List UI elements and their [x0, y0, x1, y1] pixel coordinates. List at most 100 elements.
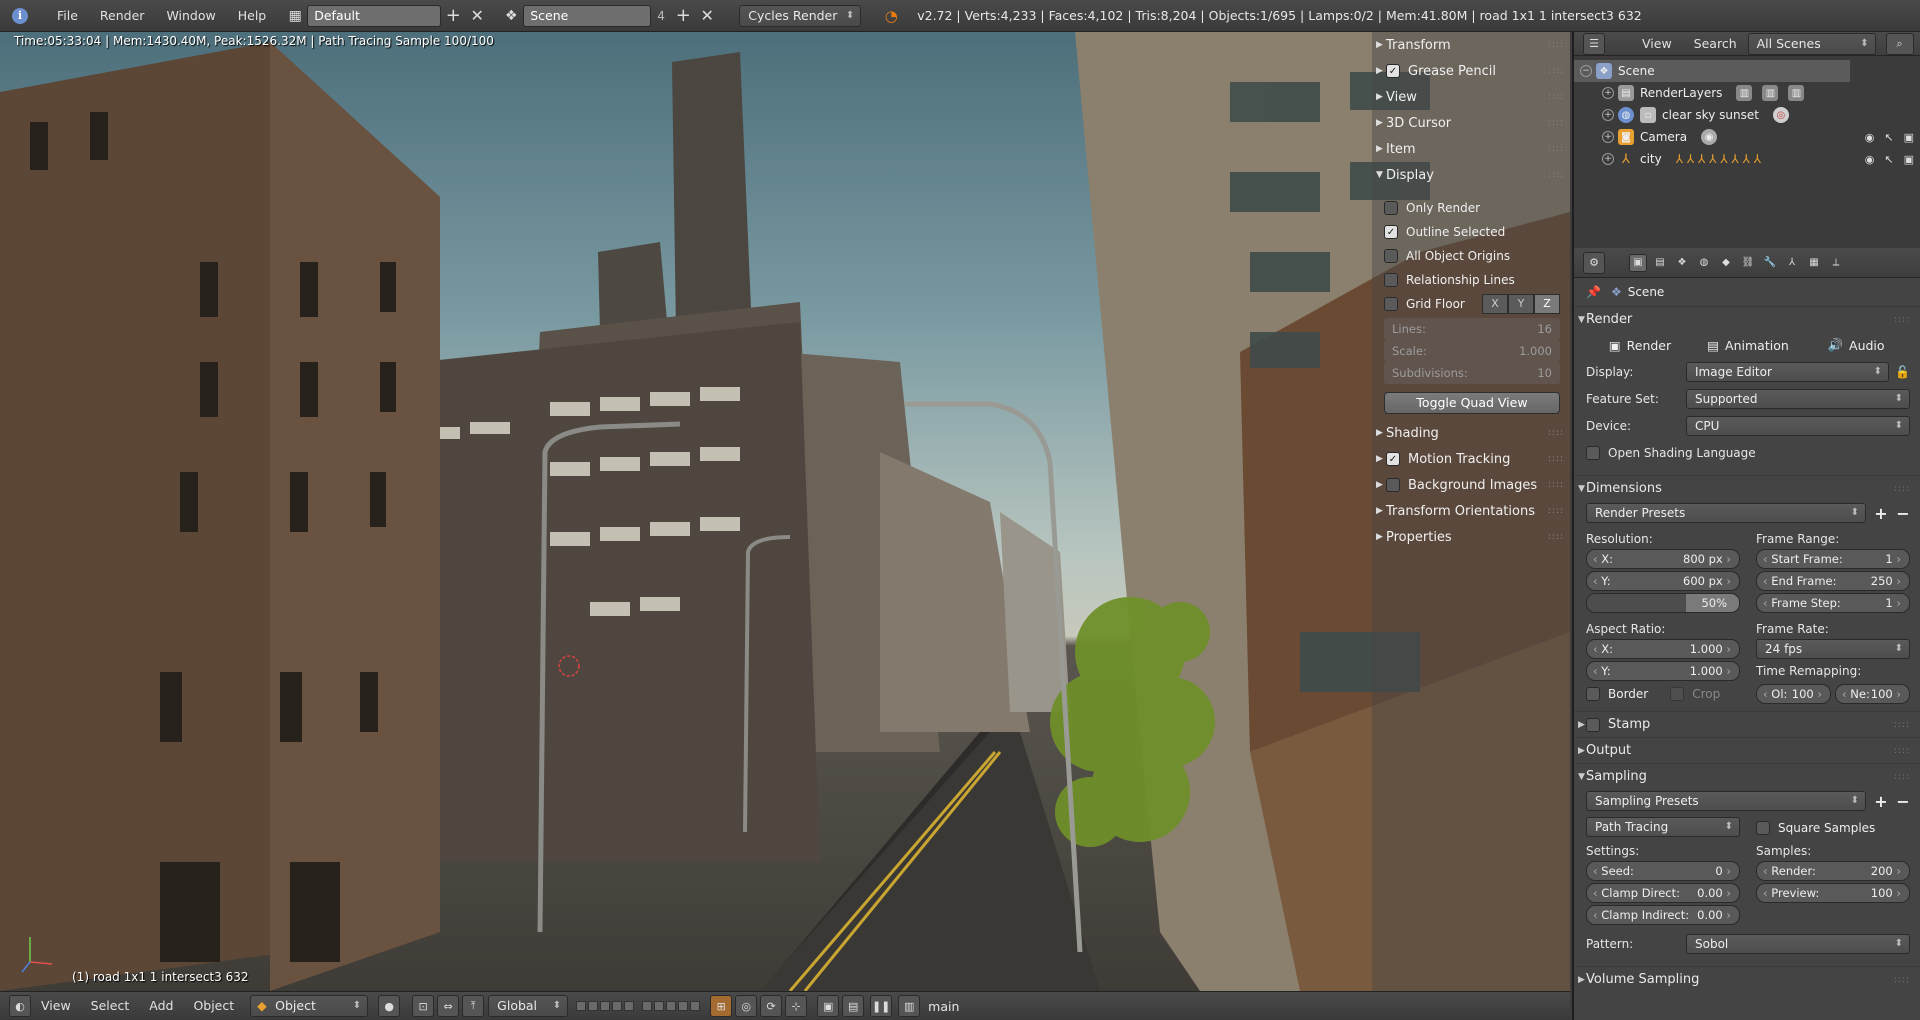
outliner-item-world[interactable]: + ◍ ▫ clear sky sunset ◎: [1574, 104, 1920, 126]
sampling-presets-select[interactable]: Sampling Presets: [1586, 791, 1866, 811]
layer-icon[interactable]: ▥: [1762, 85, 1779, 101]
city-children-icons[interactable]: ⅄ ⅄ ⅄ ⅄ ⅄ ⅄ ⅄ ⅄: [1676, 152, 1761, 166]
section-shading[interactable]: ▶ Shading::::: [1372, 420, 1570, 446]
menu-help[interactable]: Help: [227, 5, 278, 27]
remove-screen-icon[interactable]: ✕: [465, 5, 489, 27]
add-preset-icon[interactable]: +: [1874, 504, 1888, 523]
snap-element-icon[interactable]: ⊹: [785, 995, 808, 1017]
lock-layers-icon[interactable]: ⊞: [710, 995, 733, 1017]
only-render-option[interactable]: Only Render: [1372, 196, 1570, 220]
grease-pencil-checkbox[interactable]: [1386, 64, 1400, 78]
relationship-lines-option[interactable]: Relationship Lines: [1372, 268, 1570, 292]
section-item[interactable]: ▶ Item::::: [1372, 136, 1570, 162]
render-layer-icon[interactable]: ▥: [898, 995, 921, 1017]
layer-buttons[interactable]: [576, 1001, 635, 1011]
panel-render-header[interactable]: ▼ Render::::: [1574, 306, 1920, 332]
osl-option[interactable]: Open Shading Language: [1586, 442, 1910, 464]
preview-samples-field[interactable]: Preview: 100: [1756, 883, 1910, 903]
menu-object[interactable]: Object: [183, 995, 244, 1017]
aspect-y-field[interactable]: Y: 1.000: [1586, 661, 1740, 681]
outliner-item-scene[interactable]: − ❖ Scene: [1574, 60, 1850, 82]
outliner-menu-search[interactable]: Search: [1683, 33, 1748, 55]
resolution-percentage-slider[interactable]: 50%: [1586, 593, 1740, 613]
outliner-item-city[interactable]: + ⅄ city ⅄ ⅄ ⅄ ⅄ ⅄ ⅄ ⅄ ⅄ ◉ ↖ ▣: [1574, 148, 1920, 170]
section-transform-orientations[interactable]: ▶ Transform Orientations::::: [1372, 498, 1570, 524]
end-frame-field[interactable]: End Frame: 250: [1756, 571, 1910, 591]
grid-scale-field[interactable]: Scale: 1.000: [1384, 340, 1560, 362]
menu-add[interactable]: Add: [139, 995, 183, 1017]
section-motion-tracking[interactable]: ▶Motion Tracking::::: [1372, 446, 1570, 472]
grid-floor-option[interactable]: Grid Floor X Y Z: [1372, 292, 1570, 316]
frame-rate-select[interactable]: 24 fps: [1756, 639, 1910, 659]
aspect-x-field[interactable]: X: 1.000: [1586, 639, 1740, 659]
cursor-icon[interactable]: ↖: [1884, 131, 1893, 144]
integrator-select[interactable]: Path Tracing: [1586, 817, 1740, 837]
add-screen-icon[interactable]: +: [441, 5, 465, 27]
screen-layout-icon[interactable]: ▦: [283, 5, 307, 27]
constraints-tab-icon[interactable]: ⛓: [1739, 254, 1757, 272]
expand-icon[interactable]: +: [1602, 153, 1614, 165]
modifiers-tab-icon[interactable]: 🔧: [1761, 254, 1779, 272]
physics-tab-icon[interactable]: ⟂: [1827, 254, 1845, 272]
add-sampling-preset-icon[interactable]: +: [1874, 792, 1888, 811]
background-images-checkbox[interactable]: [1386, 478, 1400, 492]
render-presets-select[interactable]: Render Presets: [1586, 503, 1866, 523]
world-tab-icon[interactable]: ◍: [1695, 254, 1713, 272]
scene-icon[interactable]: ❖: [499, 5, 523, 27]
grid-subdivisions-field[interactable]: Subdivisions: 10: [1384, 362, 1560, 384]
time-remap-old-field[interactable]: Ol: 100: [1756, 684, 1831, 704]
osl-checkbox[interactable]: [1586, 446, 1600, 460]
transform-orientation-icon[interactable]: ⤒: [462, 995, 485, 1017]
render-button[interactable]: ▣ Render: [1586, 334, 1694, 356]
camera-render-icon[interactable]: ▣: [1904, 131, 1914, 144]
animation-button[interactable]: ▤ Animation: [1694, 334, 1802, 356]
collapse-icon[interactable]: −: [1580, 65, 1592, 77]
resolution-y-field[interactable]: Y: 600 px: [1586, 571, 1740, 591]
expand-icon[interactable]: +: [1602, 109, 1614, 121]
time-remap-new-field[interactable]: Ne:100: [1835, 684, 1910, 704]
only-render-checkbox[interactable]: [1384, 201, 1398, 215]
feature-set-select[interactable]: Supported: [1686, 389, 1910, 409]
render-layer-name[interactable]: main: [928, 999, 959, 1014]
eye-icon[interactable]: ◉: [1865, 153, 1875, 166]
clamp-indirect-field[interactable]: Clamp Indirect: 0.00: [1586, 905, 1740, 925]
snap-icon[interactable]: ⟳: [760, 995, 783, 1017]
menu-select[interactable]: Select: [81, 995, 140, 1017]
device-select[interactable]: CPU: [1686, 416, 1910, 436]
section-grease-pencil[interactable]: ▶Grease Pencil::::: [1372, 58, 1570, 84]
layer-icon[interactable]: ▥: [1736, 85, 1753, 101]
panel-dimensions-header[interactable]: ▼ Dimensions::::: [1574, 475, 1920, 501]
all-object-origins-option[interactable]: All Object Origins: [1372, 244, 1570, 268]
render-tab-icon[interactable]: ▣: [1629, 253, 1647, 272]
seed-field[interactable]: Seed: 0: [1586, 861, 1740, 881]
search-icon[interactable]: ⌕: [1885, 32, 1914, 55]
frame-step-field[interactable]: Frame Step: 1: [1756, 593, 1910, 613]
pivot-point-icon[interactable]: ⊡: [412, 995, 435, 1017]
texture-icon[interactable]: ◎: [1772, 107, 1789, 123]
clamp-direct-field[interactable]: Clamp Direct: 0.00: [1586, 883, 1740, 903]
remove-sampling-preset-icon[interactable]: −: [1896, 792, 1910, 811]
camera-data-icon[interactable]: ◉: [1701, 129, 1718, 145]
menu-render[interactable]: Render: [89, 5, 156, 27]
add-scene-icon[interactable]: +: [671, 5, 695, 27]
axis-z-toggle[interactable]: Z: [1534, 294, 1560, 314]
layer-icon[interactable]: ▥: [1788, 85, 1805, 101]
start-frame-field[interactable]: Start Frame: 1: [1756, 549, 1910, 569]
remove-preset-icon[interactable]: −: [1896, 504, 1910, 523]
panel-output-header[interactable]: ▶ Output::::: [1574, 737, 1920, 763]
audio-button[interactable]: 🔊 Audio: [1802, 334, 1910, 356]
viewport-shading-icon[interactable]: ●: [378, 995, 401, 1017]
data-tab-icon[interactable]: ⅄: [1783, 254, 1801, 272]
panel-volume-sampling-header[interactable]: ▶ Volume Sampling::::: [1574, 966, 1920, 992]
menu-window[interactable]: Window: [155, 5, 226, 27]
render-samples-field[interactable]: Render: 200: [1756, 861, 1910, 881]
properties-editor-icon[interactable]: ⚙: [1583, 251, 1605, 274]
remove-scene-icon[interactable]: ✕: [695, 5, 719, 27]
proportional-edit-icon[interactable]: ◎: [735, 995, 758, 1017]
layer-buttons-2[interactable]: [642, 1001, 701, 1011]
pause-icon[interactable]: ❚❚: [870, 995, 893, 1017]
panel-stamp-header[interactable]: ▶ Stamp::::: [1574, 711, 1920, 737]
expand-icon[interactable]: +: [1602, 87, 1614, 99]
menu-file[interactable]: File: [46, 5, 89, 27]
relationship-lines-checkbox[interactable]: [1384, 273, 1398, 287]
